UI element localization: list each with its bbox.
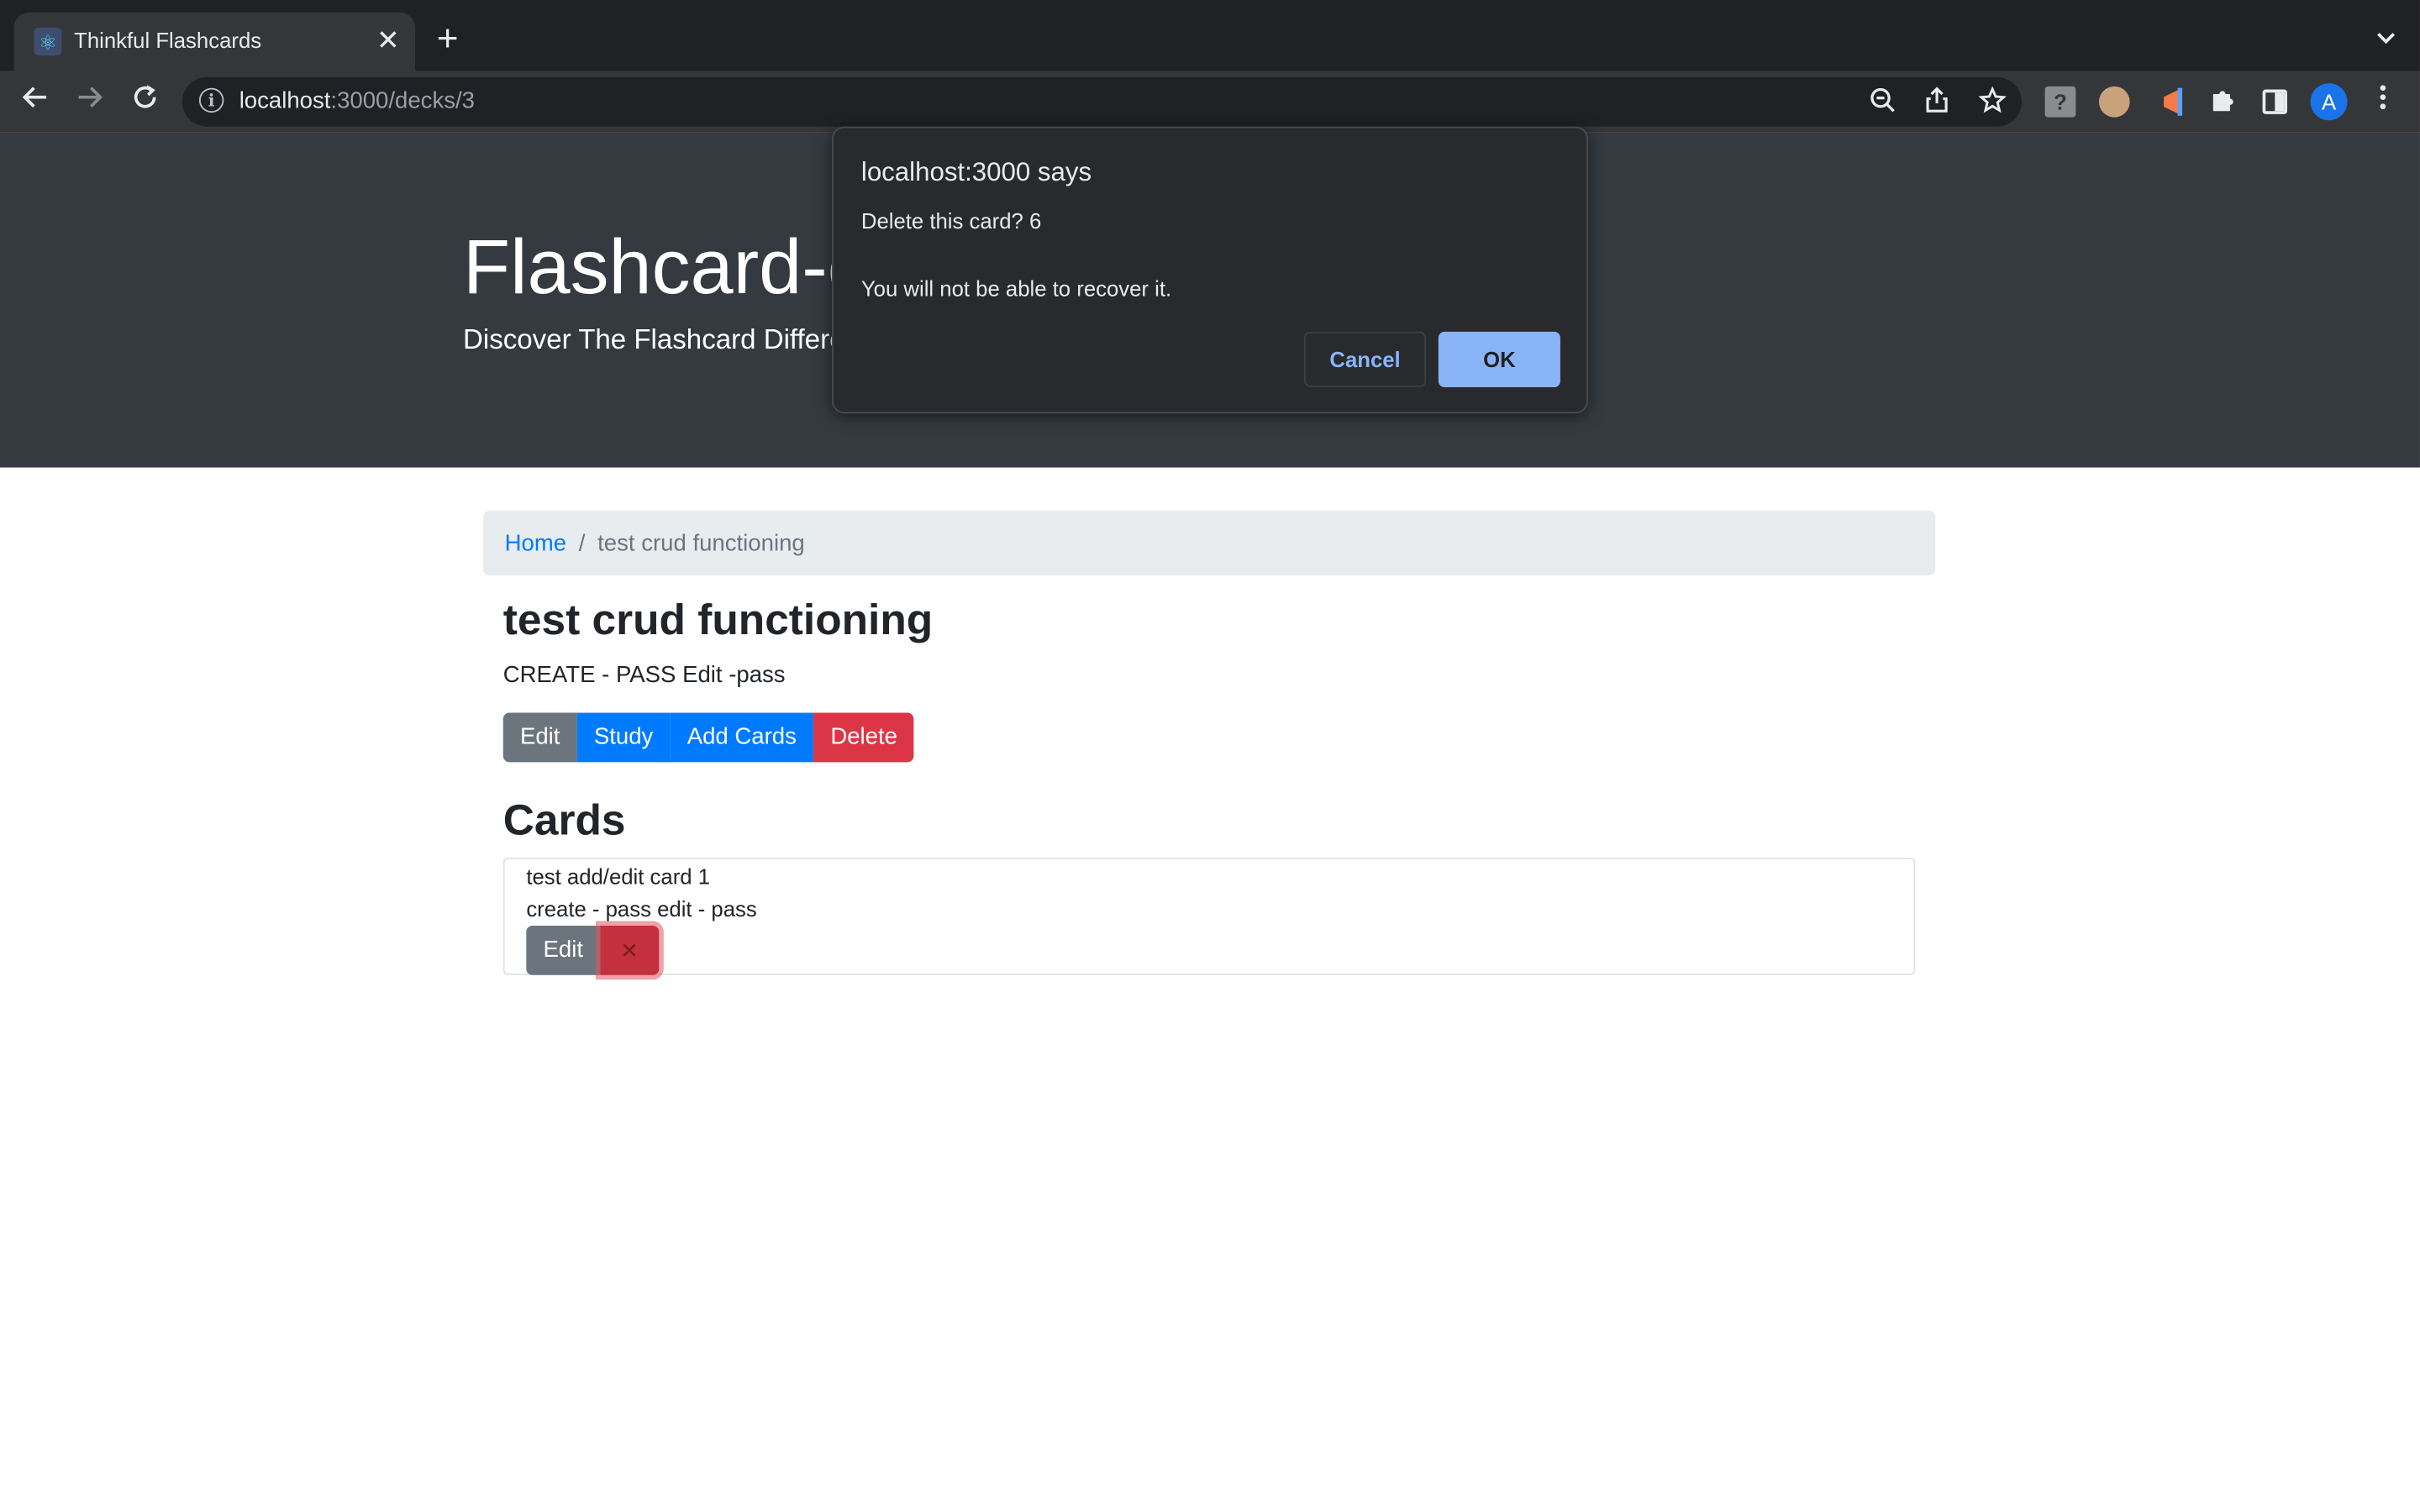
url-text: localhost:3000/decks/3 — [239, 88, 475, 114]
extension-help-icon[interactable]: ? — [2044, 86, 2076, 118]
dialog-ok-button[interactable]: OK — [1438, 331, 1560, 388]
screen: ⚛ Thinkful Flashcards ✕ + i localhost:30… — [0, 0, 2420, 1512]
dialog-warning: You will not be able to recover it. — [860, 276, 1172, 302]
delete-card-button[interactable]: ✕ — [600, 926, 660, 975]
card-back: create - pass edit - pass — [526, 896, 757, 921]
reload-icon[interactable] — [131, 83, 159, 120]
url-host: localhost — [239, 87, 331, 114]
browser-toolbar: i localhost:3000/decks/3 ? A — [0, 71, 2420, 133]
browser-tab[interactable]: ⚛ Thinkful Flashcards ✕ — [13, 12, 416, 71]
profile-avatar[interactable]: A — [2310, 83, 2348, 121]
add-cards-button[interactable]: Add Cards — [670, 712, 814, 763]
side-panel-icon[interactable] — [2262, 89, 2287, 114]
forward-icon[interactable] — [76, 83, 103, 120]
tab-title: Thinkful Flashcards — [74, 28, 262, 53]
extension-owl-icon[interactable] — [2098, 86, 2130, 118]
dialog-title: localhost:3000 says — [860, 157, 1092, 187]
deck-actions: Edit Study Add Cards Delete — [502, 712, 915, 763]
react-favicon-icon: ⚛ — [34, 28, 62, 56]
site-title: Flashcard-o — [463, 223, 871, 311]
card-front: test add/edit card 1 — [526, 864, 711, 889]
dialog-cancel-button[interactable]: Cancel — [1304, 331, 1427, 388]
tab-strip: ⚛ Thinkful Flashcards ✕ + — [0, 0, 2420, 71]
zoom-icon[interactable] — [1869, 87, 1897, 123]
confirm-dialog: localhost:3000 says Delete this card? 6 … — [831, 126, 1588, 414]
close-tab-icon[interactable]: ✕ — [376, 24, 400, 55]
kebab-menu-icon[interactable] — [2372, 83, 2394, 117]
breadcrumb-separator: / — [578, 529, 586, 557]
edit-deck-button[interactable]: Edit — [502, 712, 577, 763]
dialog-message: Delete this card? 6 — [860, 207, 1042, 234]
deck-title: test crud functioning — [502, 595, 934, 643]
info-icon[interactable]: i — [198, 87, 224, 113]
new-tab-button[interactable]: + — [437, 19, 459, 60]
cards-heading: Cards — [502, 795, 626, 844]
url-path: :3000/decks/3 — [330, 87, 475, 114]
deck-description: CREATE - PASS Edit -pass — [502, 661, 786, 689]
card-actions: Edit ✕ — [526, 926, 660, 975]
share-icon[interactable] — [1924, 87, 1949, 123]
back-icon[interactable] — [22, 83, 50, 120]
extensions-puzzle-icon[interactable] — [2207, 87, 2238, 118]
address-bar[interactable]: i localhost:3000/decks/3 — [182, 76, 2023, 127]
breadcrumb: Home / test crud functioning — [482, 510, 1936, 576]
extension-flag-icon[interactable] — [2154, 87, 2186, 118]
tab-search-chevron-icon[interactable] — [2377, 24, 2396, 49]
delete-deck-button[interactable]: Delete — [813, 712, 915, 763]
edit-card-button[interactable]: Edit — [526, 926, 601, 975]
site-tagline: Discover The Flashcard Differen — [463, 323, 860, 355]
breadcrumb-current: test crud functioning — [597, 529, 805, 557]
card-item: test add/edit card 1 create - pass edit … — [502, 858, 1916, 975]
breadcrumb-home-link[interactable]: Home — [505, 530, 566, 556]
study-button[interactable]: Study — [576, 712, 671, 763]
star-icon[interactable] — [1978, 86, 2007, 123]
